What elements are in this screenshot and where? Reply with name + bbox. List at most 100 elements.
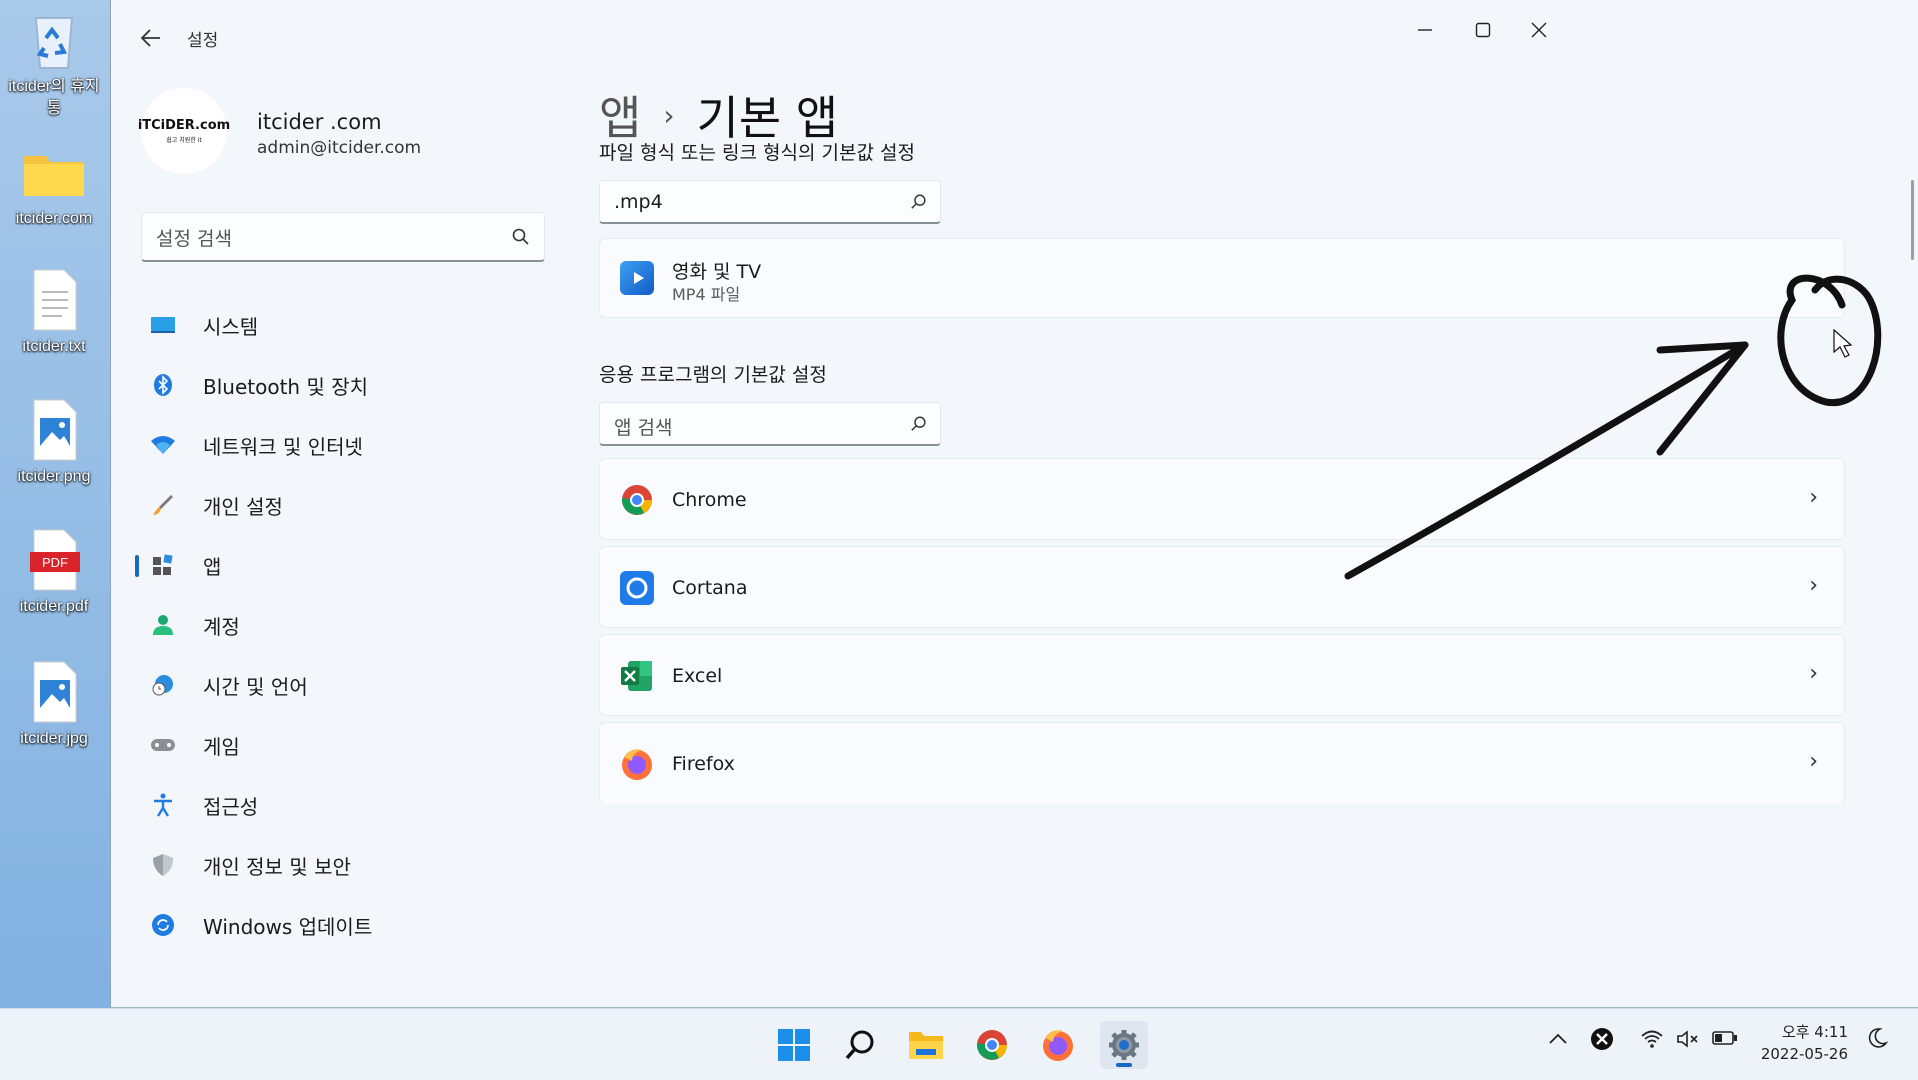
pdf-badge-text: PDF	[42, 555, 68, 570]
chevron-right-icon: ›	[663, 98, 675, 132]
chevron-right-icon: ›	[1809, 485, 1818, 510]
start-button[interactable]	[770, 1021, 818, 1069]
profile-email: admin@itcider.com	[257, 138, 422, 158]
clock-time: 오후 4:11	[1781, 1023, 1848, 1041]
volume-button[interactable]	[1676, 1029, 1700, 1054]
sidebar-nav: 시스템 Bluetooth 및 장치 네트워크 및 인터넷 개인 설정 앱 계정…	[135, 295, 565, 955]
sidebar-item-privacy-security[interactable]: 개인 정보 및 보안	[135, 835, 565, 895]
search-icon	[911, 194, 926, 209]
sidebar-item-gaming[interactable]: 게임	[135, 715, 565, 775]
excel-icon	[620, 659, 654, 693]
sidebar-item-network[interactable]: 네트워크 및 인터넷	[135, 415, 565, 475]
monitor-icon	[149, 311, 177, 339]
filetype-search-input[interactable]: .mp4	[599, 180, 941, 224]
sidebar-item-time-language[interactable]: 시간 및 언어	[135, 655, 565, 715]
recycle-bin-icon	[22, 8, 86, 72]
tray-app-button[interactable]	[1590, 1027, 1614, 1056]
desktop-icon-jpg[interactable]: itcider.jpg	[4, 660, 104, 750]
moon-icon	[1868, 1028, 1889, 1048]
title-bar: 설정	[111, 0, 1918, 72]
text-file-icon	[22, 268, 86, 332]
apps-section-title: 응용 프로그램의 기본값 설정	[599, 364, 827, 386]
sidebar-item-personalization[interactable]: 개인 설정	[135, 475, 565, 535]
desktop-icon-folder[interactable]: itcider.com	[4, 140, 104, 230]
app-card-excel[interactable]: Excel ›	[599, 634, 1845, 716]
arrow-left-icon	[140, 29, 160, 47]
show-hidden-icons-button[interactable]	[1548, 1029, 1568, 1050]
wifi-icon	[149, 431, 177, 459]
sidebar-item-apps[interactable]: 앱	[135, 535, 565, 595]
globe-clock-icon	[149, 671, 177, 699]
sidebar-item-bluetooth[interactable]: Bluetooth 및 장치	[135, 355, 565, 415]
filetype-app-sub: MP4 파일	[672, 285, 741, 304]
clock-date: 2022-05-26	[1760, 1045, 1848, 1063]
filetype-app-name: 영화 및 TV	[672, 261, 762, 283]
accessibility-icon	[149, 791, 177, 819]
shield-icon	[149, 851, 177, 879]
desktop-icon-png[interactable]: itcider.png	[4, 398, 104, 488]
app-card-cortana[interactable]: Cortana ›	[599, 546, 1845, 628]
close-icon	[1531, 22, 1547, 38]
settings-window: 설정 iTCiDER.com 쉽고 치원한 it itcider .com ad…	[110, 0, 1918, 1008]
taskbar-settings[interactable]	[1100, 1021, 1148, 1069]
taskbar-file-explorer[interactable]	[902, 1021, 950, 1069]
taskbar: 오후 4:11 2022-05-26	[0, 1008, 1918, 1080]
desktop-icon-pdf[interactable]: PDF itcider.pdf	[4, 528, 104, 618]
network-button[interactable]	[1640, 1029, 1664, 1054]
pdf-file-icon: PDF	[22, 528, 86, 592]
desktop: itcider의 휴지통 itcider.com itcider.txt itc…	[0, 0, 110, 1008]
image-file-icon	[22, 660, 86, 724]
profile-name: itcider .com	[257, 110, 382, 134]
sidebar-item-accessibility[interactable]: 접근성	[135, 775, 565, 835]
maximize-icon	[1475, 22, 1491, 38]
movies-tv-icon	[620, 261, 654, 295]
volume-muted-icon	[1677, 1030, 1698, 1048]
person-icon	[149, 611, 177, 639]
chevron-up-icon	[1549, 1033, 1567, 1044]
sidebar-item-accounts[interactable]: 계정	[135, 595, 565, 655]
search-icon	[512, 228, 529, 245]
avatar: iTCiDER.com 쉽고 치원한 it	[138, 88, 230, 174]
gamepad-icon	[149, 731, 177, 759]
filetype-result-card[interactable]: 영화 및 TV MP4 파일	[599, 238, 1845, 318]
chevron-right-icon: ›	[1809, 749, 1818, 774]
app-card-chrome[interactable]: Chrome ›	[599, 458, 1845, 540]
chevron-right-icon: ›	[1809, 573, 1818, 598]
scrollbar[interactable]	[1911, 180, 1914, 260]
window-title: 설정	[187, 31, 219, 51]
firefox-icon	[620, 747, 654, 781]
update-icon	[149, 911, 177, 939]
clock[interactable]: 오후 4:11 2022-05-26	[1761, 1021, 1848, 1065]
apps-search-input[interactable]: 앱 검색	[599, 402, 941, 446]
bluetooth-icon	[149, 371, 177, 399]
search-icon	[911, 416, 926, 431]
chevron-right-icon: ›	[1809, 661, 1818, 686]
user-profile[interactable]: iTCiDER.com 쉽고 치원한 it itcider .com admin…	[138, 88, 541, 178]
active-app-indicator	[1116, 1063, 1132, 1067]
notification-button[interactable]	[1866, 1027, 1889, 1054]
active-indicator	[135, 555, 139, 577]
taskbar-search-button[interactable]	[836, 1021, 884, 1069]
battery-button[interactable]	[1712, 1029, 1738, 1052]
file-explorer-icon	[909, 1032, 943, 1059]
back-button[interactable]	[133, 20, 169, 56]
minimize-button[interactable]	[1393, 10, 1457, 50]
taskbar-firefox[interactable]	[1034, 1021, 1082, 1069]
sidebar-item-system[interactable]: 시스템	[135, 295, 565, 355]
maximize-button[interactable]	[1451, 10, 1515, 50]
minimize-icon	[1418, 29, 1432, 31]
chrome-icon	[620, 483, 654, 517]
desktop-icon-recycle-bin[interactable]: itcider의 휴지통	[4, 8, 104, 120]
app-card-firefox[interactable]: Firefox ›	[599, 722, 1845, 804]
firefox-icon	[1043, 1030, 1073, 1061]
sidebar-item-windows-update[interactable]: Windows 업데이트	[135, 895, 565, 955]
filetype-section-title: 파일 형식 또는 링크 형식의 기본값 설정	[599, 142, 915, 164]
desktop-icon-txt[interactable]: itcider.txt	[4, 268, 104, 358]
apps-icon	[149, 551, 177, 579]
wifi-icon	[1641, 1030, 1663, 1048]
battery-icon	[1712, 1031, 1737, 1045]
settings-search-input[interactable]: 설정 검색	[141, 212, 545, 262]
taskbar-chrome[interactable]	[968, 1021, 1016, 1069]
x-circle-icon	[1591, 1028, 1613, 1050]
close-button[interactable]	[1507, 10, 1571, 50]
